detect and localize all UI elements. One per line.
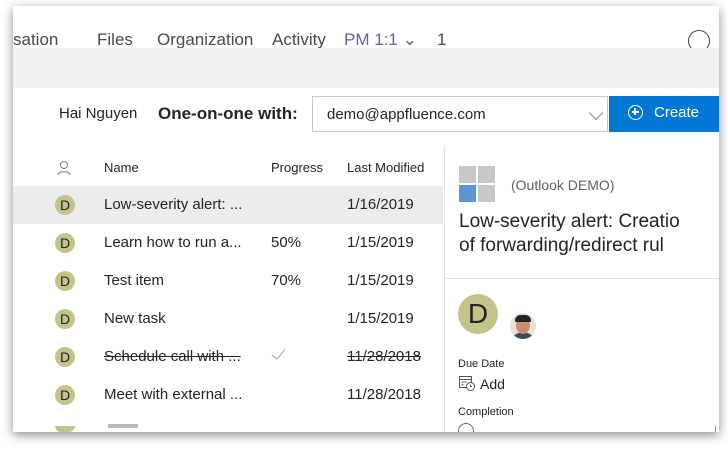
task-date: 11/28/2018 xyxy=(347,386,421,403)
avatar: D xyxy=(55,271,75,291)
table-row[interactable]: D Test item 70% 1/15/2019 xyxy=(13,262,443,300)
add-due-date-button[interactable]: Add xyxy=(480,376,505,392)
task-name: Meet with external ... xyxy=(104,386,243,403)
task-name: Schedule call with ... xyxy=(104,348,241,365)
tab-organization[interactable]: Organization xyxy=(157,30,253,48)
column-header-name[interactable]: Name xyxy=(104,160,139,175)
divider xyxy=(445,278,719,279)
email-value: demo@appfluence.com xyxy=(327,106,486,123)
app-window: sation Files Organization Activity PM 1:… xyxy=(13,6,719,432)
create-button-label: Create xyxy=(654,104,700,121)
task-detail-pane: (Outlook DEMO) Low-severity alert: Creat… xyxy=(445,146,719,432)
task-name: New task xyxy=(104,310,166,327)
completion-label: Completion xyxy=(458,406,514,418)
tab-pm-1-1[interactable]: PM 1:1 ⌄ xyxy=(344,30,417,48)
column-header-last-modified[interactable]: Last Modified xyxy=(347,160,424,175)
task-title-continued[interactable]: of forwarding/redirect rul xyxy=(459,235,664,257)
table-row[interactable]: D Meet with external ... 11/28/2018 xyxy=(13,376,443,414)
task-date: 11/28/2018 xyxy=(347,348,421,365)
tab-files[interactable]: Files xyxy=(97,30,133,48)
divider xyxy=(715,426,716,432)
one-on-one-bar: Hai Nguyen One-on-one with: demo@appflue… xyxy=(13,88,719,144)
due-date-label: Due Date xyxy=(458,358,505,370)
tab-conversations[interactable]: sation xyxy=(13,30,58,48)
toolbar-band xyxy=(13,48,719,88)
table-row-partial[interactable] xyxy=(13,424,443,432)
windows-logo-icon xyxy=(459,166,495,202)
task-name-partial xyxy=(108,424,138,428)
avatar: D xyxy=(55,195,75,215)
checkmark-icon xyxy=(271,345,286,360)
tab-bar: sation Files Organization Activity PM 1:… xyxy=(13,6,719,48)
current-user-name: Hai Nguyen xyxy=(59,105,138,122)
table-row[interactable]: D Schedule call with ... 11/28/2018 xyxy=(13,338,443,376)
plus-circle-icon xyxy=(628,105,643,120)
user-photo-avatar[interactable] xyxy=(510,313,536,339)
avatar: D xyxy=(55,233,75,253)
list-header: Name Progress Last Modified xyxy=(13,146,443,186)
table-row[interactable]: D Low-severity alert: ... 1/16/2019 xyxy=(13,186,443,224)
task-list: Name Progress Last Modified D Low-severi… xyxy=(13,146,443,432)
tab-activity[interactable]: Activity xyxy=(272,30,326,48)
avatar: D xyxy=(55,309,75,329)
create-button[interactable]: Create xyxy=(609,96,719,132)
task-source: (Outlook DEMO) xyxy=(511,177,615,193)
table-row[interactable]: D Learn how to run a... 50% 1/15/2019 xyxy=(13,224,443,262)
one-on-one-label: One-on-one with: xyxy=(158,104,298,123)
tab-extra[interactable]: 1 xyxy=(437,30,446,48)
calendar-clock-icon[interactable] xyxy=(459,375,475,391)
task-title[interactable]: Low-severity alert: Creatio xyxy=(459,211,680,233)
task-date: 1/15/2019 xyxy=(347,310,414,327)
task-date: 1/15/2019 xyxy=(347,272,414,289)
column-header-progress[interactable]: Progress xyxy=(271,160,323,175)
task-date: 1/15/2019 xyxy=(347,234,414,251)
circle-icon[interactable] xyxy=(688,30,710,48)
avatar xyxy=(55,426,75,432)
avatar: D xyxy=(55,347,75,367)
owner-avatar[interactable]: D xyxy=(458,294,498,334)
task-name: Low-severity alert: ... xyxy=(104,196,243,213)
completion-circle-icon[interactable] xyxy=(458,423,474,432)
one-on-one-email-select[interactable]: demo@appfluence.com xyxy=(312,96,608,132)
task-name: Learn how to run a... xyxy=(104,234,242,251)
task-date: 1/16/2019 xyxy=(347,196,414,213)
task-progress: 50% xyxy=(271,234,302,251)
table-row[interactable]: D New task 1/15/2019 xyxy=(13,300,443,338)
avatar: D xyxy=(55,385,75,405)
task-name: Test item xyxy=(104,272,165,289)
chevron-down-icon[interactable] xyxy=(588,105,604,121)
person-icon[interactable] xyxy=(57,160,71,176)
task-progress: 70% xyxy=(271,272,302,289)
